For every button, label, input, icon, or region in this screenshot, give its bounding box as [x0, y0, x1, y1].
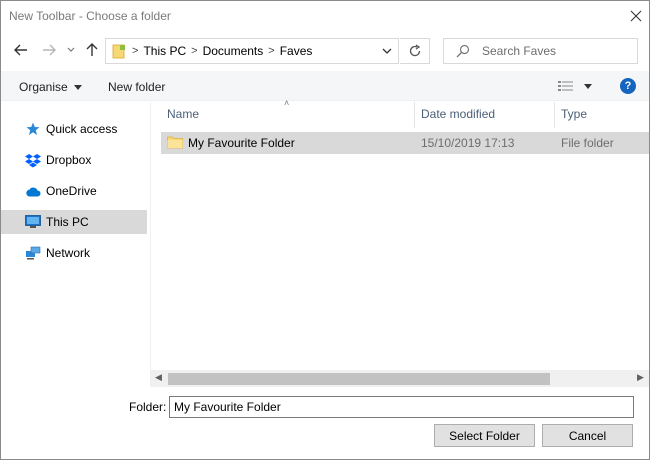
file-date-modified: 15/10/2019 17:13 [421, 136, 515, 150]
sidebar-item-this-pc[interactable]: This PC [1, 210, 147, 234]
sort-ascending-icon: ˄ [284, 98, 290, 108]
folder-field-label: Folder: [129, 400, 167, 414]
sidebar-item-quick-access[interactable]: Quick access [1, 117, 147, 141]
search-input[interactable] [480, 43, 630, 59]
star-icon [25, 121, 41, 137]
view-options-button[interactable] [558, 80, 592, 92]
folder-icon [167, 135, 183, 152]
breadcrumb-faves[interactable]: Faves [280, 44, 313, 58]
address-bar[interactable]: > This PC > Documents > Faves [105, 38, 399, 64]
help-button[interactable]: ? [620, 78, 636, 94]
navigation-pane: Quick access Dropbox OneDrive This PC Ne… [1, 102, 149, 370]
chevron-right-icon: > [191, 45, 198, 57]
view-details-icon [558, 81, 573, 91]
breadcrumb-this-pc[interactable]: This PC [143, 44, 186, 58]
dropdown-arrow-icon [584, 83, 592, 89]
computer-icon [25, 214, 41, 230]
network-icon [25, 245, 41, 261]
scroll-right-arrow-icon[interactable]: ▶ [637, 372, 644, 383]
file-dialog-window: New Toolbar - Choose a folder > This PC … [0, 0, 650, 460]
scroll-left-arrow-icon[interactable]: ◀ [155, 372, 162, 383]
refresh-icon [409, 44, 420, 57]
file-type: File folder [561, 136, 614, 150]
organise-menu-button[interactable]: Organise [19, 80, 82, 94]
search-field[interactable] [443, 38, 638, 64]
column-header-date-modified[interactable]: Date modified [421, 107, 495, 121]
window-title: New Toolbar - Choose a folder [9, 9, 171, 23]
sidebar-item-label: Network [46, 246, 91, 260]
search-icon [456, 44, 470, 58]
column-divider[interactable] [414, 102, 415, 128]
folder-location-icon [111, 43, 127, 59]
sidebar-item-network[interactable]: Network [1, 241, 147, 265]
cloud-icon [25, 183, 41, 199]
sidebar-item-dropbox[interactable]: Dropbox [1, 148, 147, 172]
forward-button[interactable] [39, 39, 59, 61]
address-dropdown-button[interactable] [382, 44, 392, 61]
breadcrumb-documents[interactable]: Documents [203, 44, 264, 58]
file-name: My Favourite Folder [188, 136, 295, 150]
sidebar-item-label: OneDrive [46, 184, 97, 198]
sidebar-item-onedrive[interactable]: OneDrive [1, 179, 147, 203]
organise-label: Organise [19, 80, 68, 94]
chevron-right-icon: > [132, 45, 139, 57]
dropbox-icon [25, 152, 41, 168]
forward-arrow-icon [43, 44, 56, 56]
chevron-down-icon [382, 48, 392, 54]
sidebar-item-label: This PC [46, 215, 89, 229]
folder-name-input[interactable] [169, 396, 634, 418]
back-button[interactable] [11, 39, 31, 61]
refresh-button[interactable] [400, 38, 430, 64]
scrollbar-thumb[interactable] [168, 373, 550, 385]
close-button[interactable] [623, 3, 649, 29]
sidebar-item-label: Quick access [46, 122, 118, 136]
up-arrow-icon [86, 43, 98, 56]
new-folder-button[interactable]: New folder [108, 80, 165, 94]
sidebar-item-label: Dropbox [46, 153, 92, 167]
back-arrow-icon [14, 44, 27, 56]
cancel-button[interactable]: Cancel [542, 424, 633, 447]
column-header-type[interactable]: Type [561, 107, 587, 121]
select-folder-button[interactable]: Select Folder [434, 424, 535, 447]
column-divider[interactable] [554, 102, 555, 128]
chevron-down-icon [67, 47, 75, 52]
command-bar [1, 71, 649, 101]
up-button[interactable] [83, 39, 101, 61]
recent-locations-button[interactable] [65, 39, 77, 61]
dropdown-arrow-icon [73, 84, 82, 90]
column-header-name[interactable]: Name [167, 107, 199, 121]
help-icon: ? [624, 80, 632, 92]
close-icon [630, 10, 642, 22]
chevron-right-icon: > [268, 45, 275, 57]
